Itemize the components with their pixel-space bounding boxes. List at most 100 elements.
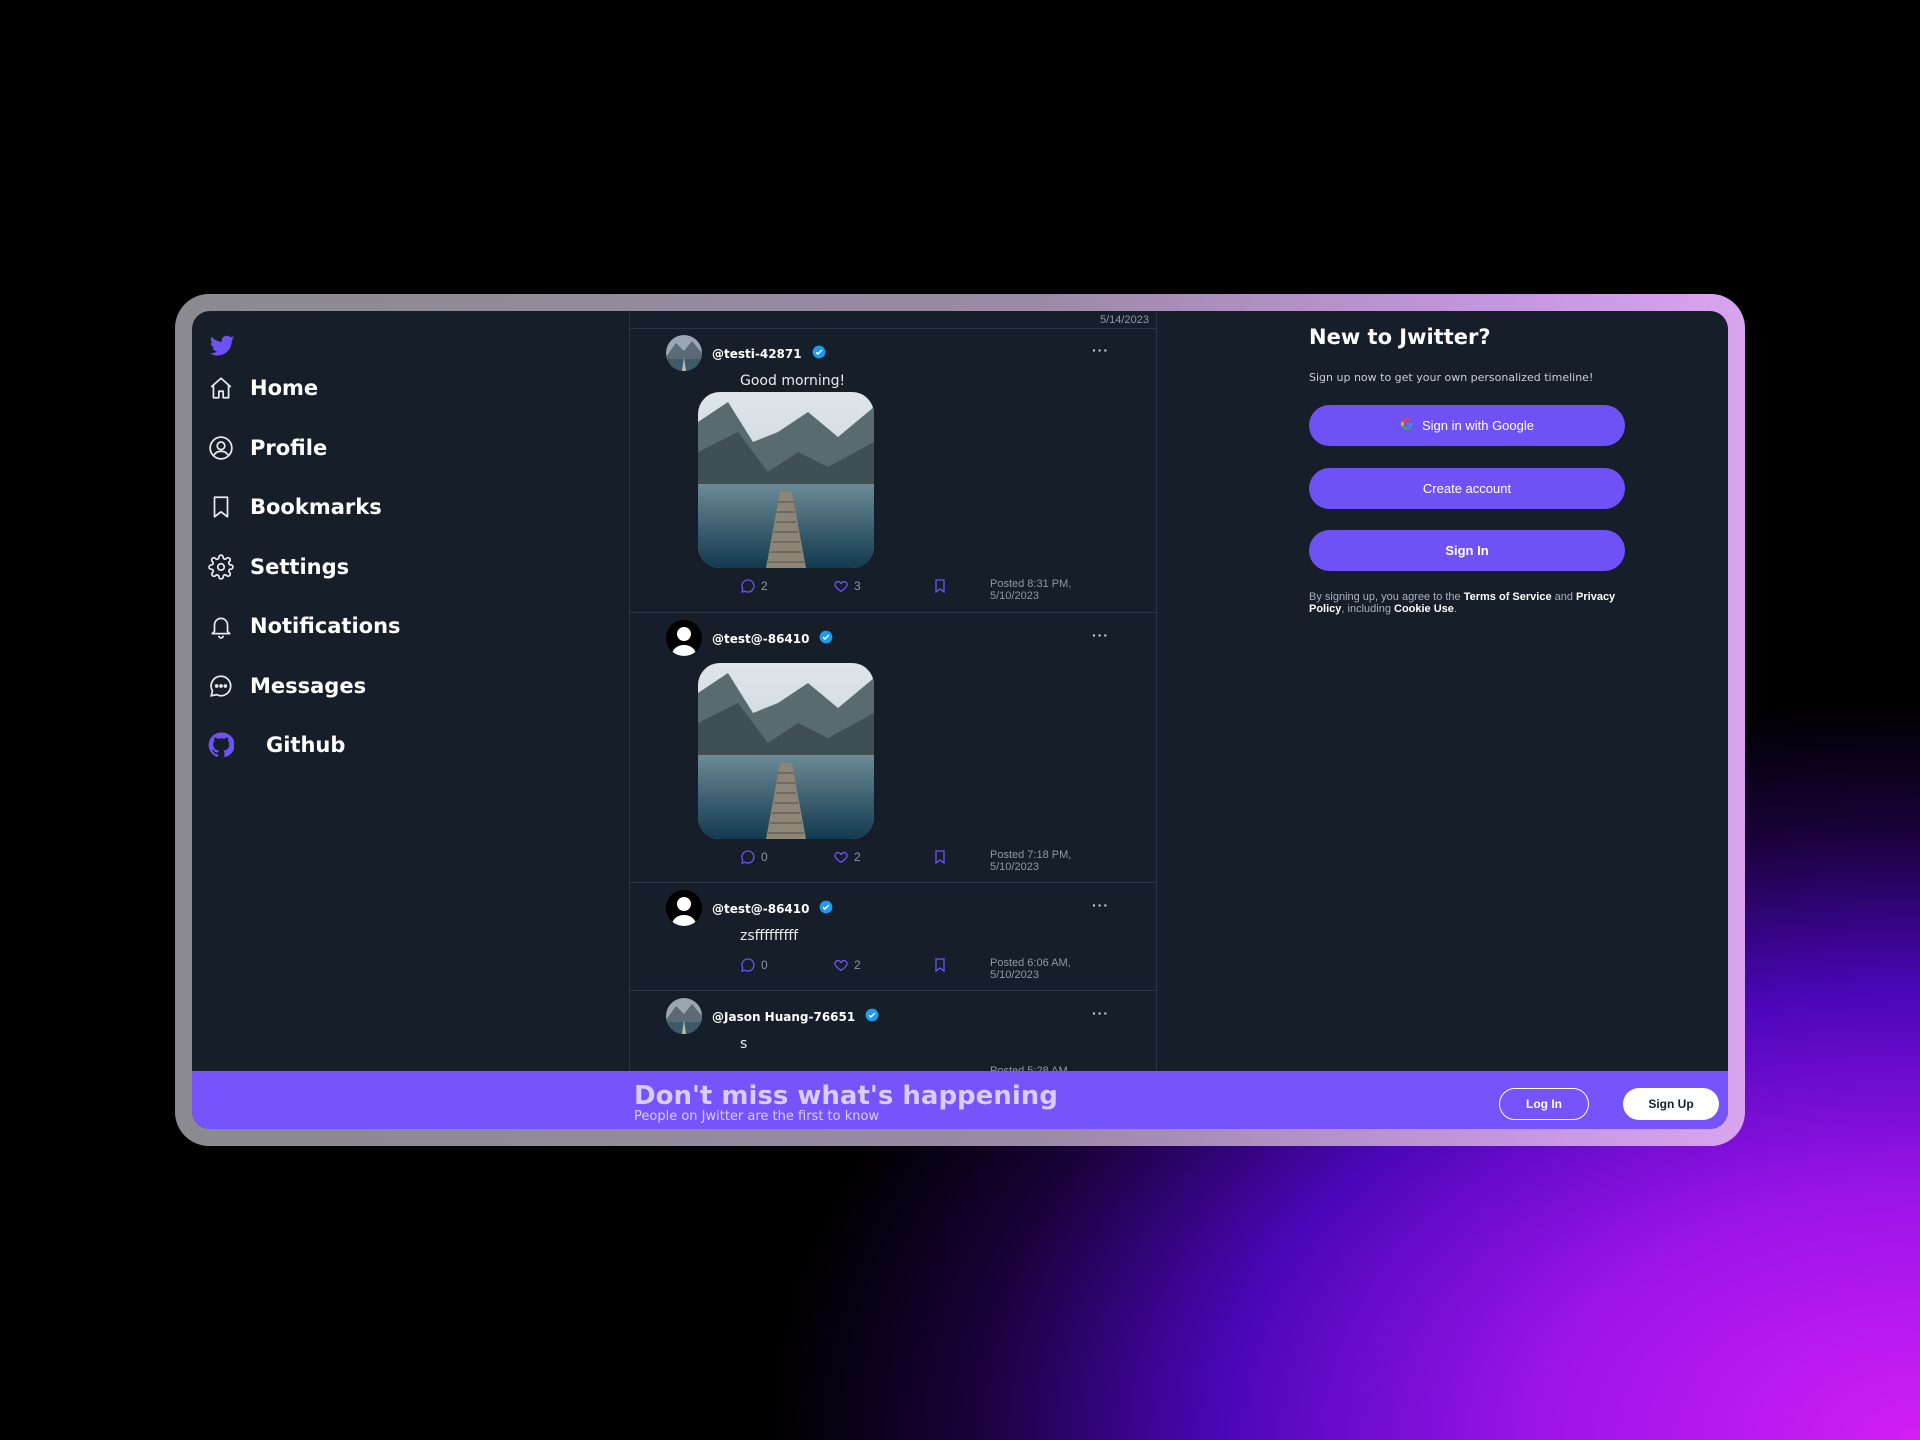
- posted-date: 5/14/2023: [1100, 314, 1149, 326]
- sidebar-item-label: Github: [266, 733, 346, 757]
- posted-date: Posted 7:18 PM, 5/10/2023: [990, 849, 1100, 873]
- sign-up-button[interactable]: Sign Up: [1623, 1088, 1719, 1120]
- more-options-icon[interactable]: ···: [1092, 342, 1109, 358]
- create-account-label: Create account: [1422, 481, 1512, 496]
- comment-button[interactable]: 2: [740, 578, 768, 594]
- comment-count: 2: [761, 579, 768, 593]
- bookmark-icon: [206, 492, 236, 522]
- partial-post: 5/14/2023: [630, 311, 1156, 329]
- log-in-button[interactable]: Log In: [1499, 1088, 1589, 1120]
- sidebar-item-label: Messages: [250, 674, 367, 698]
- comment-count: 0: [761, 958, 768, 972]
- terms-of-service-link[interactable]: Terms of Service: [1464, 591, 1552, 603]
- avatar[interactable]: [666, 998, 702, 1034]
- handle-text: @Jason Huang-76651: [712, 1009, 856, 1024]
- like-button[interactable]: 2: [833, 957, 861, 973]
- terms-and: and: [1551, 591, 1577, 603]
- like-count: 2: [854, 958, 861, 972]
- avatar[interactable]: [666, 890, 702, 926]
- sign-in-button[interactable]: Sign In: [1309, 530, 1625, 571]
- comment-button[interactable]: 0: [740, 849, 768, 865]
- verified-badge-icon: [819, 900, 833, 917]
- panel-subtitle: Sign up now to get your own personalized…: [1309, 371, 1594, 384]
- device-frame: Home Profile Bookmarks Settings Notifica…: [175, 294, 1745, 1146]
- post-handle[interactable]: @test@-86410: [712, 900, 833, 917]
- posted-date: Posted 8:31 PM, 5/10/2023: [990, 578, 1100, 602]
- bookmark-button[interactable]: [932, 578, 948, 594]
- post-image[interactable]: [698, 663, 874, 839]
- signup-panel: New to Jwitter? Sign up now to get your …: [1155, 311, 1728, 1129]
- sidebar-item-home[interactable]: Home: [206, 368, 318, 408]
- banner-title: Don't miss what's happening: [634, 1081, 1058, 1111]
- more-options-icon[interactable]: ···: [1092, 897, 1109, 913]
- sidebar-item-github[interactable]: Github: [206, 725, 345, 765]
- chat-bubble-icon: [206, 671, 236, 701]
- handle-text: @testi-42871: [712, 346, 802, 361]
- sidebar-item-label: Home: [250, 376, 319, 400]
- post-text: Good morning!: [740, 373, 846, 389]
- post-text: zsfffffffff: [740, 928, 799, 944]
- more-options-icon[interactable]: ···: [1092, 1005, 1109, 1021]
- post-card[interactable]: @testi-42871 ··· Good morning! 2 3 Poste…: [630, 328, 1156, 613]
- verified-badge-icon: [812, 345, 826, 362]
- avatar[interactable]: [666, 620, 702, 656]
- panel-title: New to Jwitter?: [1309, 325, 1491, 349]
- user-circle-icon: [206, 433, 236, 463]
- comment-button[interactable]: 0: [740, 957, 768, 973]
- terms-prefix: By signing up, you agree to the: [1309, 591, 1464, 603]
- handle-text: @test@-86410: [712, 631, 810, 646]
- cookie-use-link[interactable]: Cookie Use: [1394, 603, 1454, 615]
- handle-text: @test@-86410: [712, 901, 810, 916]
- sidebar-item-label: Profile: [250, 436, 328, 460]
- post-text: s: [740, 1036, 748, 1052]
- post-handle[interactable]: @testi-42871: [712, 345, 826, 362]
- sidebar-item-notifications[interactable]: Notifications: [206, 606, 401, 646]
- home-icon: [206, 373, 236, 403]
- sidebar-item-messages[interactable]: Messages: [206, 666, 366, 706]
- posted-time: Posted 6:06 AM,: [990, 957, 1071, 969]
- posted-date: Posted 6:06 AM, 5/10/2023: [990, 957, 1100, 981]
- bookmark-button[interactable]: [932, 849, 948, 865]
- posted-day: 5/10/2023: [990, 590, 1039, 602]
- posted-day: 5/10/2023: [990, 861, 1039, 873]
- github-icon: [206, 730, 236, 760]
- sidebar-item-label: Notifications: [250, 614, 401, 638]
- sidebar: Home Profile Bookmarks Settings Notifica…: [192, 311, 629, 1129]
- post-image[interactable]: [698, 392, 874, 568]
- google-icon: [1400, 417, 1414, 434]
- gear-icon: [206, 552, 236, 582]
- bookmark-button[interactable]: [932, 957, 948, 973]
- sidebar-item-bookmarks[interactable]: Bookmarks: [206, 487, 382, 527]
- like-button[interactable]: 3: [833, 578, 861, 594]
- like-button[interactable]: 2: [833, 849, 861, 865]
- google-signin-button[interactable]: Sign in with Google: [1309, 405, 1625, 446]
- comment-count: 0: [761, 850, 768, 864]
- avatar[interactable]: [666, 335, 702, 371]
- post-handle[interactable]: @test@-86410: [712, 630, 833, 647]
- post-card[interactable]: @test@-86410 ··· zsfffffffff 0 2 Posted …: [630, 883, 1156, 991]
- create-account-button[interactable]: Create account: [1309, 468, 1625, 509]
- feed[interactable]: 5/14/2023 @testi-42871 ··· Good morning!: [629, 311, 1157, 1129]
- like-count: 3: [854, 579, 861, 593]
- sidebar-item-profile[interactable]: Profile: [206, 428, 327, 468]
- signup-banner: Don't miss what's happening People on Jw…: [192, 1071, 1728, 1129]
- sidebar-item-label: Bookmarks: [250, 495, 382, 519]
- posted-time: Posted 8:31 PM,: [990, 578, 1072, 590]
- post-actions: 2 3 Posted 8:31 PM, 5/10/2023: [740, 578, 1140, 608]
- banner-subtitle: People on Jwitter are the first to know: [634, 1109, 880, 1124]
- verified-badge-icon: [865, 1008, 879, 1025]
- bird-logo-icon[interactable]: [208, 331, 236, 359]
- post-actions: 0 2 Posted 7:18 PM, 5/10/2023: [740, 849, 1140, 879]
- app-window: Home Profile Bookmarks Settings Notifica…: [192, 311, 1728, 1129]
- posted-time: Posted 7:18 PM,: [990, 849, 1072, 861]
- post-card[interactable]: @test@-86410 ··· 0 2 Posted 7:18 PM, 5/1…: [630, 613, 1156, 883]
- like-count: 2: [854, 850, 861, 864]
- sidebar-item-settings[interactable]: Settings: [206, 547, 349, 587]
- google-signin-label: Sign in with Google: [1421, 418, 1534, 433]
- verified-badge-icon: [819, 630, 833, 647]
- sidebar-item-label: Settings: [250, 555, 350, 579]
- bell-icon: [206, 611, 236, 641]
- terms-end: .: [1453, 603, 1457, 615]
- post-handle[interactable]: @Jason Huang-76651: [712, 1008, 879, 1025]
- more-options-icon[interactable]: ···: [1092, 627, 1109, 643]
